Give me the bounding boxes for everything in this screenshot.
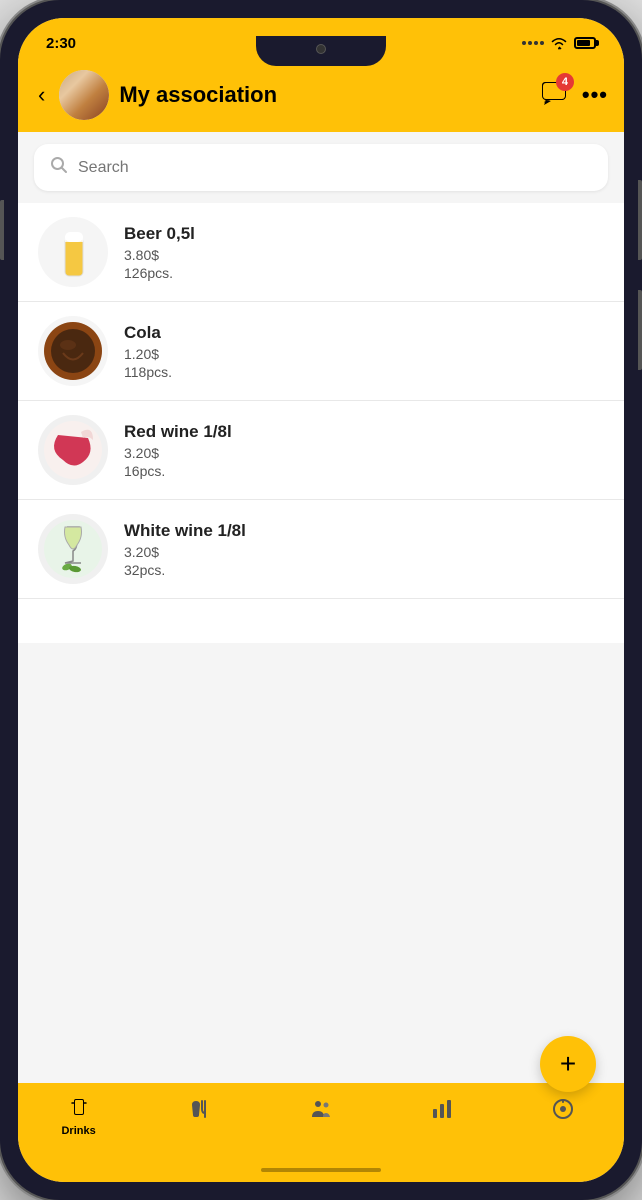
drinks-icon — [67, 1097, 91, 1121]
notification-button[interactable]: 4 — [540, 79, 568, 112]
back-button[interactable]: ‹ — [34, 78, 49, 112]
notch — [256, 36, 386, 66]
product-info-red-wine: Red wine 1/8l 3.20$ 16pcs. — [124, 422, 604, 479]
product-name: White wine 1/8l — [124, 521, 604, 541]
search-container — [18, 132, 624, 203]
product-info-cola: Cola 1.20$ 118pcs. — [124, 323, 604, 380]
page-title: My association — [119, 82, 530, 108]
list-item[interactable]: White wine 1/8l 3.20$ 32pcs. — [18, 500, 624, 599]
list-item[interactable]: Beer 0,5l 3.80$ 126pcs. — [18, 203, 624, 302]
red-wine-icon — [43, 420, 103, 480]
status-icons — [522, 36, 596, 50]
product-qty: 126pcs. — [124, 265, 604, 281]
bottom-nav: Drinks — [18, 1083, 624, 1158]
product-info-white-wine: White wine 1/8l 3.20$ 32pcs. — [124, 521, 604, 578]
product-price: 1.20$ — [124, 346, 604, 362]
product-price: 3.20$ — [124, 445, 604, 461]
white-wine-icon — [43, 519, 103, 579]
nav-item-stats[interactable] — [382, 1093, 503, 1129]
product-info-beer: Beer 0,5l 3.80$ 126pcs. — [124, 224, 604, 281]
list-item[interactable]: Cola 1.20$ 118pcs. — [18, 302, 624, 401]
more-button[interactable]: ••• — [582, 82, 608, 108]
add-button[interactable]: + — [540, 1036, 596, 1092]
product-qty: 118pcs. — [124, 364, 604, 380]
avatar — [59, 70, 109, 120]
silent-button — [638, 290, 642, 370]
power-button — [638, 180, 642, 260]
beer-icon — [53, 224, 93, 280]
product-name: Red wine 1/8l — [124, 422, 604, 442]
product-price: 3.20$ — [124, 544, 604, 560]
product-qty: 16pcs. — [124, 463, 604, 479]
product-qty: 32pcs. — [124, 562, 604, 578]
product-thumbnail-cola — [38, 316, 108, 386]
product-thumbnail-white-wine — [38, 514, 108, 584]
search-input[interactable] — [78, 159, 592, 177]
header-actions: 4 ••• — [540, 79, 608, 112]
camera — [316, 44, 326, 54]
nav-item-food[interactable] — [139, 1093, 260, 1129]
settings-icon — [551, 1097, 575, 1121]
status-time: 2:30 — [46, 35, 76, 52]
food-icon — [188, 1097, 212, 1121]
product-price: 3.80$ — [124, 247, 604, 263]
product-name: Beer 0,5l — [124, 224, 604, 244]
empty-space — [18, 643, 624, 1083]
stats-icon — [430, 1097, 454, 1121]
notification-badge: 4 — [556, 73, 574, 91]
header: ‹ My association — [18, 62, 624, 132]
list-item[interactable]: Red wine 1/8l 3.20$ 16pcs. — [18, 401, 624, 500]
phone-frame: 2:30 ‹ My assoc — [0, 0, 642, 1200]
battery-icon — [574, 37, 596, 49]
nav-item-members[interactable] — [260, 1093, 381, 1129]
nav-label-drinks: Drinks — [61, 1125, 95, 1137]
signal-icon — [522, 41, 544, 45]
wifi-icon — [550, 36, 568, 50]
avatar-image — [59, 70, 109, 120]
product-thumbnail-red-wine — [38, 415, 108, 485]
add-icon: + — [560, 1048, 576, 1080]
home-bar — [261, 1168, 381, 1172]
cola-icon — [43, 321, 103, 381]
volume-button — [0, 200, 4, 260]
nav-item-settings[interactable] — [503, 1093, 624, 1129]
product-name: Cola — [124, 323, 604, 343]
members-icon — [309, 1097, 333, 1121]
nav-item-drinks[interactable]: Drinks — [18, 1093, 139, 1141]
home-indicator — [18, 1158, 624, 1182]
phone-screen: 2:30 ‹ My assoc — [18, 18, 624, 1182]
search-icon — [50, 156, 68, 179]
content-area: Beer 0,5l 3.80$ 126pcs. — [18, 132, 624, 1083]
search-bar[interactable] — [34, 144, 608, 191]
product-list: Beer 0,5l 3.80$ 126pcs. — [18, 203, 624, 643]
product-thumbnail-beer — [38, 217, 108, 287]
